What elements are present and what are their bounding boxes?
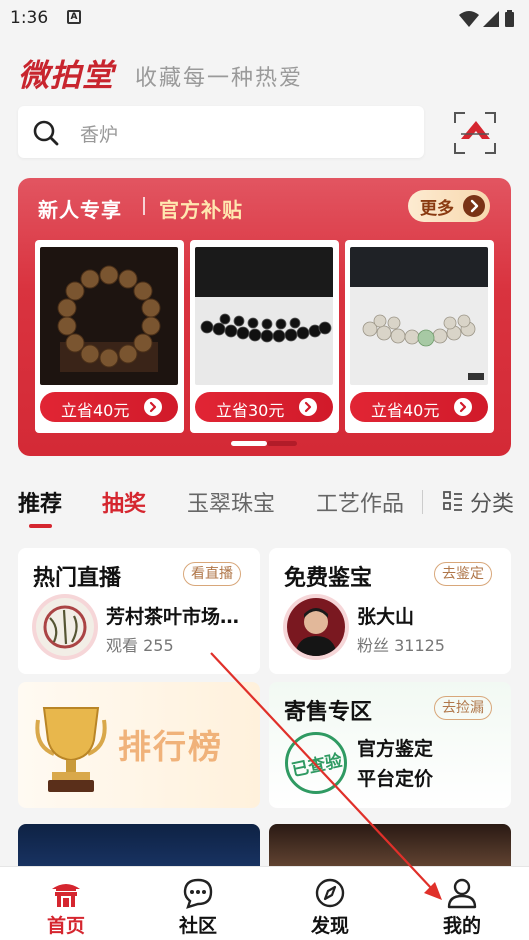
chevron-right-icon xyxy=(454,398,472,416)
chevron-right-icon xyxy=(144,398,162,416)
watch-live-tag[interactable]: 看直播 xyxy=(183,562,241,586)
nav-home[interactable]: 首页 xyxy=(26,875,106,937)
home-screen: 1:36 A 微拍堂 收藏每一种热爱 香炉 新人专享 官方补贴 更多 立省40元… xyxy=(0,0,529,940)
nav-label: 首页 xyxy=(46,915,85,937)
chat-bubble-icon xyxy=(183,878,213,909)
nav-label: 发现 xyxy=(310,915,349,937)
save-button[interactable]: 立省40元 xyxy=(350,392,488,422)
promo-divider xyxy=(143,197,145,215)
go-appraise-tag[interactable]: 去鉴定 xyxy=(434,562,492,586)
appraiser-name: 张大山 xyxy=(357,606,415,628)
system-status-icons xyxy=(459,10,514,27)
promo-product-card[interactable]: 立省40元 xyxy=(35,240,184,433)
brand-slogan: 收藏每一种热爱 xyxy=(135,66,304,91)
person-icon xyxy=(447,878,477,909)
viewer-count: 观看 255 xyxy=(106,636,174,655)
nav-discover[interactable]: 发现 xyxy=(290,875,370,937)
tile-title: 寄售专区 xyxy=(284,700,373,725)
save-label: 立省40元 xyxy=(61,401,130,420)
product-image xyxy=(350,247,488,385)
compass-icon xyxy=(315,878,345,908)
carousel-indicator xyxy=(231,441,297,447)
product-image xyxy=(195,247,333,385)
brand-logo: 微拍堂 xyxy=(18,58,114,94)
promo-subtitle: 官方补贴 xyxy=(159,198,243,222)
category-label: 分类 xyxy=(470,492,515,517)
live-room-name: 芳村茶叶市场… xyxy=(106,606,240,628)
wifi-icon xyxy=(459,11,479,27)
carousel-dot-active xyxy=(231,441,267,446)
chevron-right-icon xyxy=(463,195,485,217)
newcomer-promo-banner: 新人专享 官方补贴 更多 立省40元 立省30元 立省40元 xyxy=(18,178,511,456)
promo-product-card[interactable]: 立省40元 xyxy=(345,240,494,433)
battery-icon xyxy=(505,12,514,27)
search-placeholder: 香炉 xyxy=(80,124,119,146)
bargain-tag[interactable]: 去捡漏 xyxy=(434,696,492,720)
home-pavilion-icon xyxy=(52,884,80,907)
more-button[interactable]: 更多 xyxy=(408,190,490,222)
promo-title: 新人专享 xyxy=(38,198,122,222)
bottom-navigation: 首页 社区 发现 我的 xyxy=(0,866,529,940)
promo-product-card[interactable]: 立省30元 xyxy=(190,240,339,433)
tab-jade-jewelry[interactable]: 玉翠珠宝 xyxy=(187,486,275,518)
notification-icon: A xyxy=(67,10,81,24)
search-icon xyxy=(33,120,59,146)
hot-live-tile[interactable]: 热门直播 看直播 芳村茶叶市场… 观看 255 xyxy=(18,548,260,674)
active-tab-underline xyxy=(29,524,52,528)
save-label: 立省30元 xyxy=(216,401,285,420)
avatar xyxy=(283,594,349,660)
ranking-tile[interactable]: 排行榜 xyxy=(18,682,260,808)
status-time: 1:36 xyxy=(10,8,49,28)
grid-list-icon xyxy=(443,491,462,511)
more-label: 更多 xyxy=(420,199,454,219)
consignment-tile[interactable]: 寄售专区 去捡漏 已查验 官方鉴定 平台定价 xyxy=(269,682,511,808)
official-appraisal-text: 官方鉴定 xyxy=(357,738,434,760)
save-button[interactable]: 立省30元 xyxy=(195,392,333,422)
free-appraisal-tile[interactable]: 免费鉴宝 去鉴定 张大山 粉丝 31125 xyxy=(269,548,511,674)
tile-title: 免费鉴宝 xyxy=(284,566,373,591)
nav-me[interactable]: 我的 xyxy=(422,875,502,937)
save-button[interactable]: 立省40元 xyxy=(40,392,178,422)
trophy-icon xyxy=(35,707,107,792)
nav-community[interactable]: 社区 xyxy=(158,875,238,937)
verified-stamp: 已查验 xyxy=(285,732,347,794)
save-label: 立省40元 xyxy=(371,401,440,420)
follower-count: 粉丝 31125 xyxy=(357,636,445,655)
tab-crafts[interactable]: 工艺作品 xyxy=(316,486,404,518)
category-tabs: 推荐 抽奖 玉翠珠宝 工艺作品 分类 xyxy=(0,480,529,534)
nav-label: 我的 xyxy=(442,915,481,937)
nav-label: 社区 xyxy=(178,915,217,937)
scan-icon[interactable] xyxy=(452,110,498,156)
ranking-title: 排行榜 xyxy=(118,727,223,766)
product-image xyxy=(40,247,178,385)
status-bar: 1:36 A xyxy=(0,0,529,36)
avatar xyxy=(32,594,98,660)
stamp-text: 已查验 xyxy=(289,750,345,782)
category-button[interactable]: 分类 xyxy=(440,486,520,517)
tile-title: 热门直播 xyxy=(33,566,122,591)
platform-pricing-text: 平台定价 xyxy=(357,768,434,790)
carousel-dot xyxy=(267,441,297,446)
tab-divider xyxy=(422,490,423,514)
tab-recommend[interactable]: 推荐 xyxy=(18,486,62,518)
signal-icon xyxy=(483,11,499,27)
search-bar[interactable]: 香炉 xyxy=(18,106,424,158)
chevron-right-icon xyxy=(299,398,317,416)
tab-lottery[interactable]: 抽奖 xyxy=(102,486,146,518)
